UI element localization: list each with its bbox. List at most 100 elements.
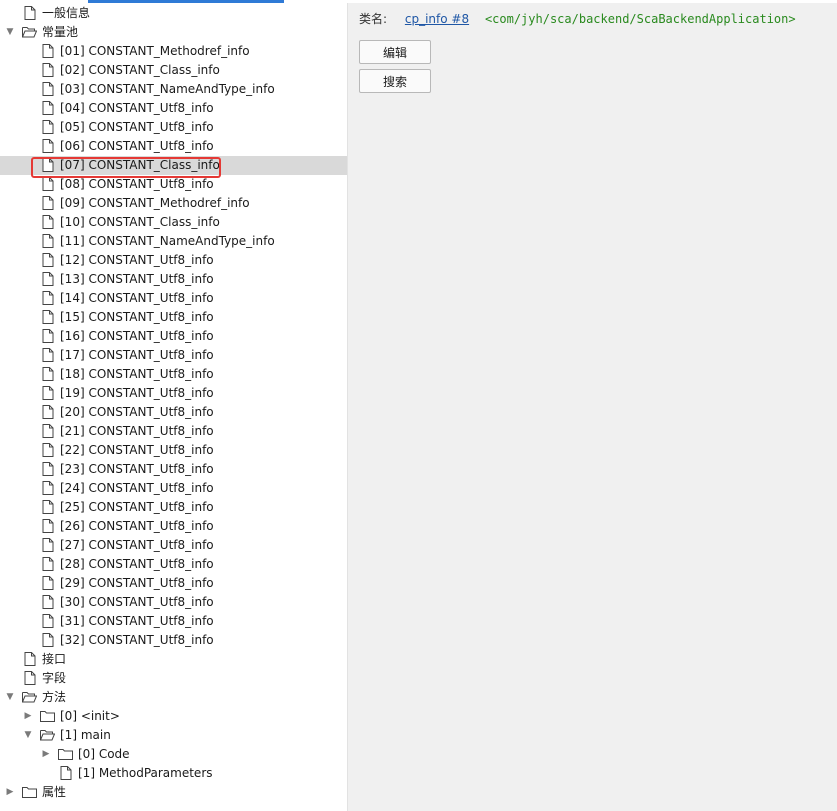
constant-pool-item[interactable]: [08] CONSTANT_Utf8_info (0, 175, 347, 194)
constant-pool-item-label: [18] CONSTANT_Utf8_info (60, 367, 214, 381)
tree-item-label: 属性 (42, 785, 67, 799)
tree-item-fields[interactable]: 字段 (0, 669, 347, 688)
constant-pool-item[interactable]: [27] CONSTANT_Utf8_info (0, 536, 347, 555)
constant-pool-item[interactable]: [11] CONSTANT_NameAndType_info (0, 232, 347, 251)
class-structure-tree[interactable]: 一般信息 ▼ 常量池 [01] CONSTANT_Methodref_info [… (0, 3, 347, 811)
class-descriptor: <com/jyh/sca/backend/ScaBackendApplicati… (484, 12, 796, 26)
file-icon (42, 120, 54, 134)
file-icon (42, 101, 54, 115)
tree-item-label: 字段 (42, 671, 67, 685)
constant-pool-item[interactable]: [26] CONSTANT_Utf8_info (0, 517, 347, 536)
constant-pool-item[interactable]: [04] CONSTANT_Utf8_info (0, 99, 347, 118)
file-icon (60, 766, 72, 780)
file-icon (42, 196, 54, 210)
constant-pool-item-label: [12] CONSTANT_Utf8_info (60, 253, 214, 267)
file-icon (42, 310, 54, 324)
constant-pool-item-label: [24] CONSTANT_Utf8_info (60, 481, 214, 495)
search-button[interactable]: 搜索 (359, 69, 431, 93)
constant-pool-item[interactable]: [23] CONSTANT_Utf8_info (0, 460, 347, 479)
file-icon (42, 291, 54, 305)
file-icon (24, 671, 36, 685)
folder-closed-icon (58, 749, 73, 760)
tree-item-label: [0] <init> (60, 709, 120, 723)
constant-pool-item[interactable]: [19] CONSTANT_Utf8_info (0, 384, 347, 403)
file-icon (42, 595, 54, 609)
constant-pool-item[interactable]: [03] CONSTANT_NameAndType_info (0, 80, 347, 99)
file-icon (42, 234, 54, 248)
file-icon (42, 44, 54, 58)
chevron-right-icon[interactable]: ▶ (23, 707, 33, 726)
folder-open-icon (22, 27, 37, 38)
chevron-right-icon[interactable]: ▶ (5, 783, 15, 802)
constant-pool-item[interactable]: [28] CONSTANT_Utf8_info (0, 555, 347, 574)
constant-pool-item[interactable]: [12] CONSTANT_Utf8_info (0, 251, 347, 270)
constant-pool-item[interactable]: [13] CONSTANT_Utf8_info (0, 270, 347, 289)
tree-item-main-code[interactable]: ▶ [0] Code (0, 745, 347, 764)
edit-button[interactable]: 编辑 (359, 40, 431, 64)
constant-pool-item[interactable]: [02] CONSTANT_Class_info (0, 61, 347, 80)
constant-pool-item[interactable]: [30] CONSTANT_Utf8_info (0, 593, 347, 612)
constant-pool-item[interactable]: [10] CONSTANT_Class_info (0, 213, 347, 232)
tree-item-label: 接口 (42, 652, 67, 666)
constant-pool-item-label: [09] CONSTANT_Methodref_info (60, 196, 250, 210)
constant-pool-item-label: [26] CONSTANT_Utf8_info (60, 519, 214, 533)
tree-item-general-info[interactable]: 一般信息 (0, 4, 347, 23)
tree-item-interfaces[interactable]: 接口 (0, 650, 347, 669)
constant-pool-item-label: [02] CONSTANT_Class_info (60, 63, 220, 77)
folder-open-icon (22, 692, 37, 703)
tree-item-method-main[interactable]: ▼ [1] main (0, 726, 347, 745)
cp-info-link[interactable]: cp_info #8 (405, 12, 469, 26)
constant-pool-item-label: [19] CONSTANT_Utf8_info (60, 386, 214, 400)
chevron-down-icon[interactable]: ▼ (5, 688, 15, 707)
tree-item-main-params[interactable]: [1] MethodParameters (0, 764, 347, 783)
constant-pool-item[interactable]: [31] CONSTANT_Utf8_info (0, 612, 347, 631)
constant-pool-item[interactable]: [29] CONSTANT_Utf8_info (0, 574, 347, 593)
constant-pool-item[interactable]: [24] CONSTANT_Utf8_info (0, 479, 347, 498)
file-icon (42, 272, 54, 286)
chevron-right-icon[interactable]: ▶ (41, 745, 51, 764)
constant-pool-item[interactable]: [22] CONSTANT_Utf8_info (0, 441, 347, 460)
constant-pool-item-label: [20] CONSTANT_Utf8_info (60, 405, 214, 419)
constant-pool-item-label: [22] CONSTANT_Utf8_info (60, 443, 214, 457)
constant-pool-item[interactable]: [06] CONSTANT_Utf8_info (0, 137, 347, 156)
file-icon (42, 538, 54, 552)
constant-pool-item[interactable]: [14] CONSTANT_Utf8_info (0, 289, 347, 308)
constant-pool-item[interactable]: [21] CONSTANT_Utf8_info (0, 422, 347, 441)
constant-pool-item[interactable]: [25] CONSTANT_Utf8_info (0, 498, 347, 517)
constant-pool-item[interactable]: [18] CONSTANT_Utf8_info (0, 365, 347, 384)
constant-pool-item-label: [27] CONSTANT_Utf8_info (60, 538, 214, 552)
tree-item-methods[interactable]: ▼ 方法 (0, 688, 347, 707)
tree-item-label: [1] MethodParameters (78, 766, 213, 780)
file-icon (42, 481, 54, 495)
constant-pool-item[interactable]: [05] CONSTANT_Utf8_info (0, 118, 347, 137)
constant-pool-item[interactable]: [01] CONSTANT_Methodref_info (0, 42, 347, 61)
file-icon (42, 177, 54, 191)
folder-closed-icon (22, 787, 37, 798)
constant-pool-item[interactable]: [09] CONSTANT_Methodref_info (0, 194, 347, 213)
constant-pool-item-label: [13] CONSTANT_Utf8_info (60, 272, 214, 286)
constant-pool-item[interactable]: [20] CONSTANT_Utf8_info (0, 403, 347, 422)
tree-item-attributes[interactable]: ▶ 属性 (0, 783, 347, 802)
constant-pool-item[interactable]: [32] CONSTANT_Utf8_info (0, 631, 347, 650)
file-icon (42, 424, 54, 438)
constant-pool-item[interactable]: [15] CONSTANT_Utf8_info (0, 308, 347, 327)
constant-pool-item[interactable]: [16] CONSTANT_Utf8_info (0, 327, 347, 346)
constant-pool-item-label: [05] CONSTANT_Utf8_info (60, 120, 214, 134)
constant-pool-item-label: [06] CONSTANT_Utf8_info (60, 139, 214, 153)
tree-item-method-init[interactable]: ▶ [0] <init> (0, 707, 347, 726)
constant-pool-item-label: [15] CONSTANT_Utf8_info (60, 310, 214, 324)
file-icon (42, 576, 54, 590)
tree-item-constant-pool[interactable]: ▼ 常量池 (0, 23, 347, 42)
tree-item-label: 常量池 (42, 25, 79, 39)
file-icon (42, 139, 54, 153)
constant-pool-item-label: [25] CONSTANT_Utf8_info (60, 500, 214, 514)
constant-pool-item-label: [16] CONSTANT_Utf8_info (60, 329, 214, 343)
chevron-down-icon[interactable]: ▼ (23, 726, 33, 745)
file-icon (24, 652, 36, 666)
constant-pool-item[interactable]: [17] CONSTANT_Utf8_info (0, 346, 347, 365)
file-icon (42, 329, 54, 343)
file-icon (42, 348, 54, 362)
chevron-down-icon[interactable]: ▼ (5, 23, 15, 42)
constant-pool-item[interactable]: [07] CONSTANT_Class_info (0, 156, 347, 175)
file-icon (42, 405, 54, 419)
